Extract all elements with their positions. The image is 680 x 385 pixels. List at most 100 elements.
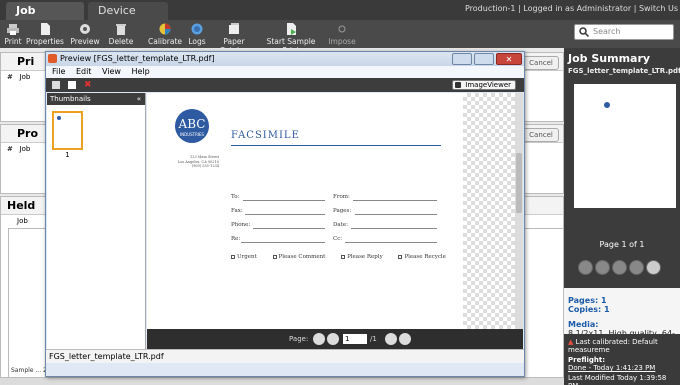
top-bar: Job Center Device Center Production-1 | … (0, 0, 680, 35)
check-please-comment: Please Comment (272, 254, 325, 260)
summary-copies: Copies: 1 (568, 305, 610, 314)
preflight-status: Preflight: (568, 356, 606, 364)
field-date: Date: (333, 222, 437, 229)
image-viewer-button[interactable]: ImageViewer (452, 80, 516, 90)
mini-logo (604, 102, 610, 108)
viewer-vertical-scrollbar[interactable] (515, 93, 523, 329)
next-page-button[interactable] (385, 333, 397, 345)
maximize-button[interactable] (474, 53, 494, 65)
warning-icon: ▲ (568, 338, 574, 346)
start-sample-print-button[interactable]: Start Sample Print (260, 20, 322, 55)
check-please-recycle: Please Recycle (398, 254, 446, 260)
preflight-link[interactable]: Done - Today 1:41:23 PM (568, 364, 676, 372)
next-page-icon[interactable] (612, 260, 627, 275)
logs-label: Logs (188, 37, 206, 46)
menu-help[interactable]: Help (132, 67, 150, 76)
field-pages: Pages: (333, 208, 437, 215)
menu-file[interactable]: File (52, 67, 65, 76)
delete-button[interactable]: Delete (106, 20, 136, 48)
preview-status-bar: FGS_letter_template_LTR.pdf (46, 349, 524, 363)
first-page-button[interactable] (313, 333, 325, 345)
summary-file-name: FGS_letter_template_LTR.pdf (568, 67, 680, 75)
first-page-icon[interactable] (578, 260, 593, 275)
print-label: Print (4, 37, 22, 46)
summary-media-label: Media: (568, 320, 599, 329)
close-window-button[interactable]: ✕ (496, 53, 522, 65)
cancel-processing-button[interactable]: Cancel (523, 128, 559, 142)
trash-icon (116, 24, 126, 35)
menu-edit[interactable]: Edit (76, 67, 92, 76)
printer-icon (7, 24, 19, 35)
company-logo: ABC INDUSTRIES (175, 109, 209, 143)
page-icon[interactable] (68, 81, 76, 89)
field-phone: Phone: (231, 222, 325, 229)
field-fax: Fax: (231, 208, 325, 215)
prev-page-icon[interactable] (595, 260, 610, 275)
calibrate-icon (159, 23, 171, 35)
check-please-reply: Please Reply (341, 254, 383, 260)
collapse-thumbnails-icon[interactable]: « (137, 93, 141, 105)
tab-job-center[interactable]: Job Center (6, 2, 84, 35)
properties-icon (41, 23, 50, 35)
preview-body: Thumbnails « 1 ABC INDUSTRIES FACSIMILE … (47, 93, 523, 349)
field-from: From: (333, 194, 437, 201)
page-thumbnail-1[interactable] (52, 111, 83, 150)
transparent-area (463, 93, 515, 329)
grid-view-icon[interactable] (52, 81, 60, 89)
preview-window: Preview [FGS_letter_template_LTR.pdf] ✕ … (45, 51, 525, 377)
logs-button[interactable]: Logs (186, 20, 208, 48)
menu-view[interactable]: View (102, 67, 121, 76)
preview-label: Preview (70, 37, 100, 46)
paper-catalog-button[interactable]: Paper Catalog (210, 20, 258, 55)
check-urgent: Urgent (231, 254, 257, 260)
horizontal-scrollbar[interactable] (0, 378, 564, 385)
thumbnails-header: Thumbnails « (47, 93, 145, 105)
preview-app-icon (48, 54, 57, 63)
thumb-logo (57, 116, 61, 120)
properties-button[interactable]: Properties (26, 20, 64, 48)
last-modified: Last Modified Today 1:39:58 PM (568, 374, 667, 385)
summary-page-nav (578, 260, 663, 277)
preview-title-bar[interactable]: Preview [FGS_letter_template_LTR.pdf] ✕ (46, 52, 524, 66)
field-cc: Cc: (333, 236, 437, 243)
last-page-button[interactable] (399, 333, 411, 345)
last-page-icon[interactable] (629, 260, 644, 275)
field-re: Re: (231, 236, 325, 243)
tab-device-center[interactable]: Device Center (88, 2, 168, 35)
search-icon (579, 27, 589, 37)
page-navigation-bar: Page: 1 /1 (147, 329, 523, 349)
thumbnails-pane: Thumbnails « 1 (47, 93, 146, 349)
impose-button[interactable]: Impose (324, 20, 360, 48)
page-number-input[interactable]: 1 (343, 334, 367, 344)
facsimile-heading: FACSIMILE (231, 130, 300, 141)
preview-menu-bar: File Edit View Help (46, 66, 524, 78)
preview-icon (80, 24, 90, 34)
document-viewer: ABC INDUSTRIES FACSIMILE 123 Main Street… (147, 93, 523, 349)
main-toolbar: Print Properties Preview Delete Calibrat… (0, 20, 680, 55)
delete-label: Delete (108, 37, 134, 46)
preview-button[interactable]: Preview (68, 20, 102, 48)
page-total: /1 (370, 335, 377, 343)
preview-window-title: Preview [FGS_letter_template_LTR.pdf] (60, 54, 215, 63)
close-doc-icon[interactable]: ✖ (84, 81, 92, 90)
impose-icon (338, 25, 346, 33)
search-input[interactable]: Search (574, 24, 674, 40)
document-page: ABC INDUSTRIES FACSIMILE 123 Main Street… (147, 93, 463, 329)
fax-checkboxes: Urgent Please Comment Please Reply Pleas… (231, 254, 460, 260)
calibrate-button[interactable]: Calibrate (146, 20, 184, 48)
cancel-printing-button[interactable]: Cancel (523, 56, 559, 70)
heading-rule (231, 145, 441, 146)
previous-page-button[interactable] (327, 333, 339, 345)
sample-print-icon (287, 23, 296, 35)
summary-page-of: Page 1 of 1 (599, 240, 645, 249)
preview-toolbar: ✖ ImageViewer (46, 78, 524, 92)
print-button[interactable]: Print (2, 20, 24, 48)
calibrate-label: Calibrate (148, 37, 182, 46)
paper-catalog-icon (229, 23, 239, 34)
scroll-thumb[interactable] (516, 153, 522, 213)
minimize-button[interactable] (452, 53, 472, 65)
field-to: To: (231, 194, 325, 201)
summary-page-thumbnail (574, 84, 676, 208)
summary-footer: ▲ Last calibrated: Default measureme Pre… (564, 334, 680, 385)
zoom-icon[interactable] (646, 260, 661, 275)
